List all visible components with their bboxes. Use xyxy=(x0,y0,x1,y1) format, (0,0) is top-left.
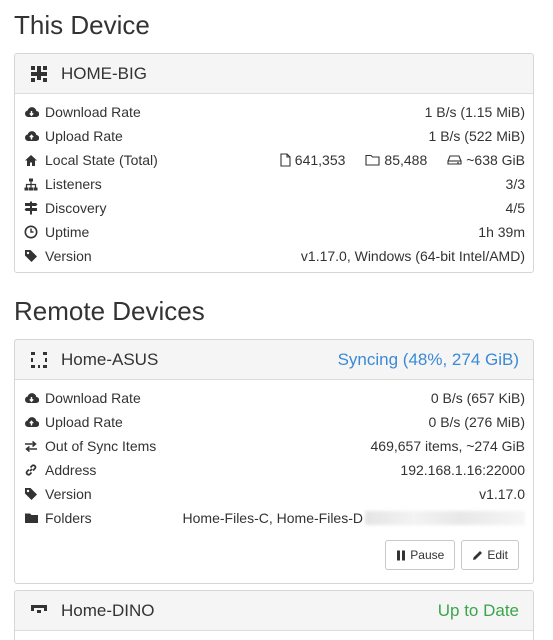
stat-row-upload-rate: Upload Rate 0 B/s (276 MiB) xyxy=(23,410,525,434)
row-value: 192.168.1.16:22000 xyxy=(400,462,525,478)
row-value: v1.17.0, Windows (64-bit Intel/AMD) xyxy=(300,248,525,264)
local-state-values: 641,353 85,488 ~638 GiB xyxy=(280,152,525,168)
stat-row-local-state: Local State (Total) 641,353 85,488 ~638 … xyxy=(23,148,525,172)
remote-device-panel-home-asus: Home-ASUS Syncing (48%, 274 GiB) Downloa… xyxy=(14,339,534,584)
folders-value: Home-Files-C, Home-Files-D xyxy=(183,510,525,526)
stat-row-discovery: Discovery 4/5 xyxy=(23,196,525,220)
sync-status: Up to Date xyxy=(437,600,519,620)
row-label: Discovery xyxy=(45,200,107,216)
row-value: 4/5 xyxy=(505,200,525,216)
sitemap-icon xyxy=(23,176,39,192)
link-icon xyxy=(23,462,39,478)
signpost-icon xyxy=(23,200,39,216)
stat-row-folders: Folders Home-Files-C, Home-Files-D xyxy=(23,506,525,530)
device-identicon-icon xyxy=(29,601,49,621)
tag-icon xyxy=(23,248,39,264)
redacted-text xyxy=(365,511,525,525)
row-label: Download Rate xyxy=(45,390,141,406)
pause-icon xyxy=(396,550,406,561)
out-of-sync-link[interactable]: 469,657 items, ~274 GiB xyxy=(371,438,526,454)
stat-row-download-rate: Download Rate 1 B/s (1.15 MiB) xyxy=(23,100,525,124)
cloud-download-icon xyxy=(23,104,39,120)
folder-icon xyxy=(23,510,39,526)
row-label: Folders xyxy=(45,510,92,526)
stat-row-version: Version v1.17.0, Windows (64-bit Intel/A… xyxy=(23,244,525,268)
folder-icon xyxy=(365,154,380,166)
row-label: Uptime xyxy=(45,224,90,240)
remote-devices-title: Remote Devices xyxy=(14,296,205,326)
device-identicon-icon xyxy=(29,64,49,84)
sync-status: Syncing (48%, 274 GiB) xyxy=(337,349,519,369)
edit-label: Edit xyxy=(487,548,508,562)
row-value: 1h 39m xyxy=(478,224,525,240)
row-label: Address xyxy=(45,462,97,478)
stat-row-uptime: Uptime 1h 39m xyxy=(23,220,525,244)
row-label: Upload Rate xyxy=(45,128,123,144)
row-label: Version xyxy=(45,248,92,264)
this-device-panel: HOME-BIG Download Rate 1 B/s (1.15 MiB) … xyxy=(14,53,534,273)
stat-row-address: Address 192.168.1.16:22000 xyxy=(23,458,525,482)
row-value: 0 B/s (657 KiB) xyxy=(430,390,525,406)
remote-device-name: Home-ASUS xyxy=(61,349,159,369)
clock-icon xyxy=(23,224,39,240)
stat-row-upload-rate: Upload Rate 1 B/s (522 MiB) xyxy=(23,124,525,148)
edit-button[interactable]: Edit xyxy=(461,540,519,570)
this-device-name: HOME-BIG xyxy=(61,63,147,83)
row-label: Download Rate xyxy=(45,104,141,120)
stat-row-download-rate: Download Rate 0 B/s (657 KiB) xyxy=(23,386,525,410)
folder-count: 85,488 xyxy=(384,152,428,168)
row-value: 1 B/s (1.15 MiB) xyxy=(424,104,525,120)
cloud-upload-icon xyxy=(23,128,39,144)
cloud-download-icon xyxy=(23,390,39,406)
device-identicon-icon xyxy=(29,350,49,370)
row-value: 0 B/s (276 MiB) xyxy=(428,414,525,430)
pause-label: Pause xyxy=(410,548,445,562)
this-device-header[interactable]: HOME-BIG xyxy=(15,54,533,94)
this-device-title: This Device xyxy=(14,10,150,40)
pause-button[interactable]: Pause xyxy=(385,540,456,570)
exchange-icon xyxy=(23,438,39,454)
listeners-value: 3/3 xyxy=(505,176,525,192)
remote-device-header-home-asus[interactable]: Home-ASUS Syncing (48%, 274 GiB) xyxy=(15,340,533,380)
pencil-icon xyxy=(472,550,483,561)
hdd-icon xyxy=(447,154,462,166)
file-count: 641,353 xyxy=(294,152,346,168)
cloud-upload-icon xyxy=(23,414,39,430)
folders-list: Home-Files-C, Home-Files-D xyxy=(182,510,363,526)
row-label: Listeners xyxy=(45,176,102,192)
row-label: Version xyxy=(45,486,92,502)
row-label: Out of Sync Items xyxy=(45,438,157,454)
row-value: 1 B/s (522 MiB) xyxy=(428,128,525,144)
remote-device-panel-home-dino: Home-DINO Up to Date xyxy=(14,590,534,640)
home-icon xyxy=(23,152,39,168)
stat-row-version: Version v1.17.0 xyxy=(23,482,525,506)
remote-device-name: Home-DINO xyxy=(61,600,155,620)
row-value: v1.17.0 xyxy=(479,486,525,502)
remote-device-header-home-dino[interactable]: Home-DINO Up to Date xyxy=(15,591,533,631)
row-label: Local State (Total) xyxy=(45,152,158,168)
file-icon xyxy=(280,153,291,167)
tag-icon xyxy=(23,486,39,502)
total-size: ~638 GiB xyxy=(466,152,525,168)
row-label: Upload Rate xyxy=(45,414,123,430)
stat-row-listeners: Listeners 3/3 xyxy=(23,172,525,196)
stat-row-out-of-sync: Out of Sync Items 469,657 items, ~274 Gi… xyxy=(23,434,525,458)
